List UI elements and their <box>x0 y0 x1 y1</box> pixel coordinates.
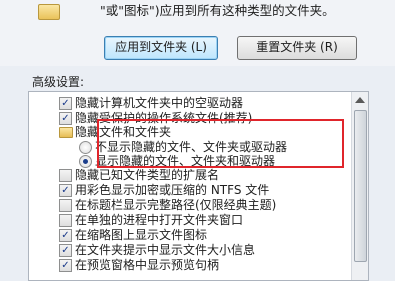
folder-icon <box>59 127 73 138</box>
checkbox-checked-icon[interactable]: ✓ <box>59 259 72 272</box>
checkbox-checked-icon[interactable]: ✓ <box>59 229 72 242</box>
folder-views-description: "或"图标")应用到所有这种类型的文件夹。 <box>100 3 335 18</box>
checkbox-checked-icon[interactable]: ✓ <box>59 112 72 125</box>
highlight-annotation <box>97 119 344 168</box>
scrollbar-thumb[interactable] <box>354 110 367 262</box>
checkbox-checked-icon[interactable]: ✓ <box>59 244 72 257</box>
checkbox-unchecked-icon[interactable] <box>59 169 72 182</box>
checkbox-checked-icon[interactable]: ✓ <box>59 97 72 110</box>
checkbox-checked-icon[interactable]: ✓ <box>59 184 72 197</box>
checkbox-unchecked-icon[interactable] <box>59 199 72 212</box>
scroll-up-icon[interactable] <box>355 97 365 103</box>
folder-icon <box>38 4 60 20</box>
folder-views-panel: "或"图标")应用到所有这种类型的文件夹。 应用到文件夹 (L) 重置文件夹 (… <box>0 0 395 66</box>
advanced-settings-label: 高级设置: <box>32 75 85 89</box>
apply-to-folders-button[interactable]: 应用到文件夹 (L) <box>104 36 218 60</box>
checkbox-unchecked-icon[interactable] <box>59 214 72 227</box>
radio-selected-icon[interactable] <box>79 155 92 168</box>
reset-folders-button[interactable]: 重置文件夹 (R) <box>237 36 357 60</box>
vertical-scrollbar[interactable] <box>351 92 368 280</box>
radio-unselected-icon[interactable] <box>79 141 92 154</box>
